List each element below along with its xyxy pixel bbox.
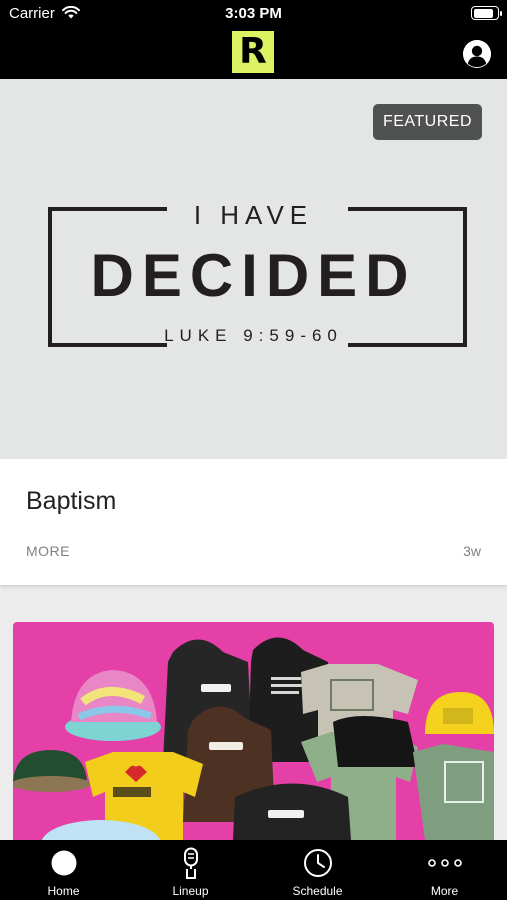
tab-more[interactable]: More	[381, 840, 507, 900]
merch-card-image[interactable]	[13, 622, 494, 840]
more-dots-icon	[427, 859, 462, 867]
artwork-line2: DECIDED	[90, 242, 417, 309]
status-time: 3:03 PM	[225, 5, 282, 22]
tab-lineup[interactable]: Lineup	[127, 840, 254, 900]
home-icon	[51, 850, 76, 876]
status-bar: Carrier 3:03 PM	[0, 0, 507, 28]
featured-badge: FEATURED	[373, 104, 482, 140]
app-logo[interactable]: R	[232, 31, 274, 73]
user-circle-icon	[463, 40, 491, 68]
clock-icon	[303, 849, 332, 877]
battery-icon	[471, 6, 502, 20]
logo-letter: R	[239, 31, 267, 72]
tab-home[interactable]: Home	[0, 840, 127, 900]
artwork-line1: I HAVE	[193, 200, 314, 230]
tab-more-label: More	[430, 884, 459, 898]
tab-bar: Home Lineup Schedule More	[0, 840, 507, 900]
artwork-line3: LUKE 9:59-60	[164, 326, 343, 345]
microphone-icon	[183, 847, 198, 879]
profile-button[interactable]	[463, 40, 491, 68]
merch-photo	[13, 637, 494, 840]
more-link[interactable]: MORE	[26, 543, 70, 559]
tab-lineup-label: Lineup	[172, 884, 209, 898]
tab-home-label: Home	[47, 884, 80, 898]
post-age: 3w	[463, 543, 481, 559]
featured-card-info[interactable]: Baptism MORE 3w	[0, 459, 507, 585]
tab-schedule[interactable]: Schedule	[254, 840, 381, 900]
top-bar: Carrier 3:03 PM R	[0, 0, 507, 79]
tab-schedule-label: Schedule	[292, 884, 343, 898]
featured-title: Baptism	[26, 487, 117, 515]
